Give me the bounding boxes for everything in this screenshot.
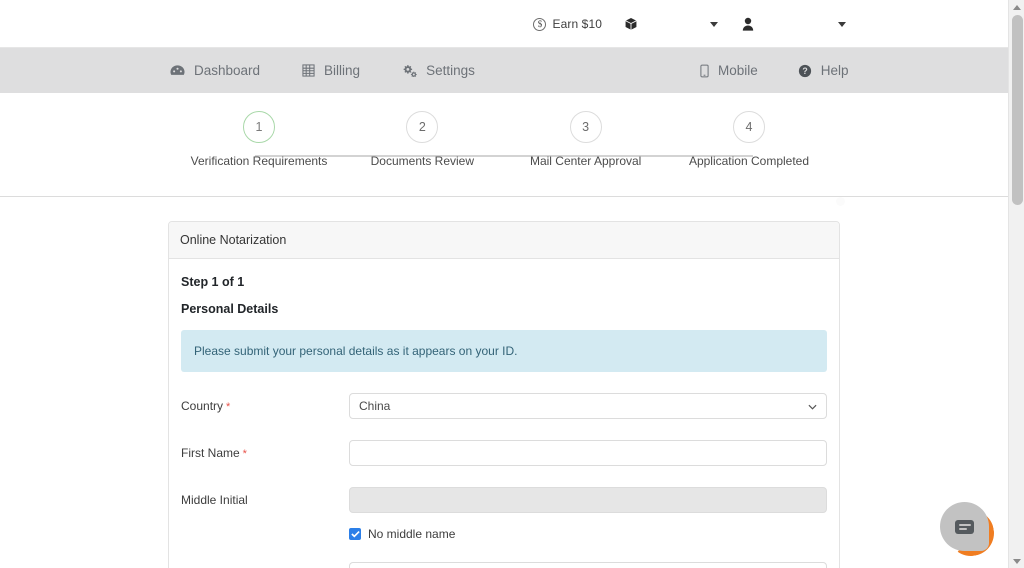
- scroll-up-arrow[interactable]: [1009, 0, 1024, 14]
- nav-item-dashboard-label: Dashboard: [194, 63, 261, 78]
- stepper-inner: 1 Verification Requirements 2 Documents …: [191, 93, 809, 168]
- alert-personal-details: Please submit your personal details as i…: [181, 330, 827, 372]
- card-header-title: Online Notarization: [169, 222, 839, 259]
- package-icon[interactable]: [624, 17, 638, 31]
- nav-item-billing[interactable]: Billing: [302, 63, 360, 78]
- form-row-first-name: First Name *: [181, 440, 827, 466]
- scrollbar-thumb[interactable]: [1012, 15, 1023, 205]
- stepper-step-1-circle: 1: [243, 111, 275, 143]
- chevron-down-icon-packages[interactable]: [710, 21, 718, 27]
- stepper-step-3-circle: 3: [569, 111, 602, 143]
- checkbox-no-middle-name-label: No middle name: [368, 527, 456, 541]
- application-stepper: 1 Verification Requirements 2 Documents …: [0, 93, 1008, 206]
- nav-right-group: Mobile ? Help: [700, 63, 889, 78]
- stepper-step-2[interactable]: 2 Documents Review: [362, 111, 482, 168]
- label-country-text: Country: [181, 399, 224, 413]
- stepper-connector-line: [255, 155, 753, 157]
- nav-item-help[interactable]: ? Help: [798, 63, 849, 78]
- form-row-country: Country *: [181, 393, 827, 419]
- user-icon[interactable]: [742, 17, 754, 31]
- page-root: $ Earn $10 Dashboard Billing Settings Mo…: [0, 0, 1024, 568]
- nav-item-settings-label: Settings: [426, 63, 475, 78]
- triangle-up-icon: [1013, 4, 1021, 10]
- input-last-name[interactable]: [349, 562, 827, 568]
- online-notarization-card: Online Notarization Step 1 of 1 Personal…: [168, 221, 840, 568]
- browser-viewport: $ Earn $10 Dashboard Billing Settings Mo…: [0, 0, 1008, 568]
- required-asterisk-country: *: [226, 401, 231, 413]
- checkbox-no-middle-name[interactable]: [349, 528, 361, 540]
- chevron-down-icon-account[interactable]: [838, 21, 846, 27]
- field-middle-initial-wrap: [349, 487, 827, 513]
- nav-item-settings[interactable]: Settings: [402, 63, 475, 78]
- label-middle-initial: Middle Initial: [181, 493, 349, 507]
- field-first-name-wrap: [349, 440, 827, 466]
- stepper-step-4-label: Application Completed: [688, 154, 810, 168]
- stepper-step-2-label: Documents Review: [370, 154, 475, 168]
- earn-reward-button[interactable]: $ Earn $10: [533, 17, 602, 31]
- stepper-step-3-label: Mail Center Approval: [529, 154, 642, 168]
- label-first-name: First Name *: [181, 446, 349, 460]
- nav-item-mobile[interactable]: Mobile: [700, 63, 758, 78]
- coin-icon: $: [533, 17, 547, 31]
- table-icon: [302, 64, 315, 77]
- svg-text:?: ?: [802, 66, 807, 76]
- earn-label: Earn $10: [552, 17, 602, 31]
- stepper-row: 1 Verification Requirements 2 Documents …: [191, 111, 809, 168]
- label-middle-initial-text: Middle Initial: [181, 493, 248, 507]
- top-utility-right-group: $ Earn $10: [533, 0, 846, 48]
- form-row-last-name: Last Name*: [181, 562, 827, 568]
- mobile-icon: [700, 64, 709, 78]
- form-row-middle-initial: Middle Initial: [181, 487, 827, 513]
- field-last-name-wrap: [349, 562, 827, 568]
- triangle-down-icon: [1013, 558, 1021, 564]
- nav-left-group: Dashboard Billing Settings: [170, 63, 517, 78]
- input-first-name[interactable]: [349, 440, 827, 466]
- checkbox-row-no-middle-name[interactable]: No middle name: [349, 527, 827, 541]
- browser-scrollbar[interactable]: [1008, 0, 1024, 568]
- main-navigation-bar: Dashboard Billing Settings Mobile ? Help: [0, 48, 1008, 93]
- stepper-step-1-label: Verification Requirements: [190, 154, 328, 168]
- section-title: Personal Details: [181, 302, 279, 316]
- stepper-step-4-circle: 4: [732, 111, 765, 143]
- help-circle-icon: ?: [798, 64, 812, 78]
- scroll-down-arrow[interactable]: [1009, 554, 1024, 568]
- nav-item-mobile-label: Mobile: [718, 63, 758, 78]
- stepper-step-2-circle: 2: [406, 111, 439, 143]
- required-asterisk-first-name: *: [242, 448, 247, 460]
- chat-bubble-icon[interactable]: [940, 502, 989, 551]
- input-middle-initial: [349, 487, 827, 513]
- gears-icon: [402, 64, 417, 77]
- decorative-dot: [836, 197, 845, 206]
- top-utility-bar: $ Earn $10: [0, 0, 1008, 48]
- nav-item-help-label: Help: [820, 63, 849, 78]
- nav-item-dashboard[interactable]: Dashboard: [170, 63, 260, 78]
- stepper-step-3[interactable]: 3 Mail Center Approval: [526, 111, 646, 168]
- card-body: Step 1 of 1 Personal Details Please subm…: [169, 259, 839, 568]
- chat-widget[interactable]: [940, 502, 998, 560]
- dashboard-icon: [170, 64, 185, 77]
- select-country[interactable]: [349, 393, 827, 419]
- label-country: Country *: [181, 399, 349, 413]
- chat-lines-icon: [955, 519, 974, 534]
- label-first-name-text: First Name: [181, 446, 240, 460]
- field-country-wrap: [349, 393, 827, 419]
- step-of-text: Step 1 of 1: [181, 275, 245, 289]
- content-area: Online Notarization Step 1 of 1 Personal…: [0, 221, 1008, 568]
- nav-item-billing-label: Billing: [324, 63, 361, 78]
- stepper-step-4[interactable]: 4 Application Completed: [689, 111, 809, 168]
- stepper-step-1[interactable]: 1 Verification Requirements: [191, 111, 327, 168]
